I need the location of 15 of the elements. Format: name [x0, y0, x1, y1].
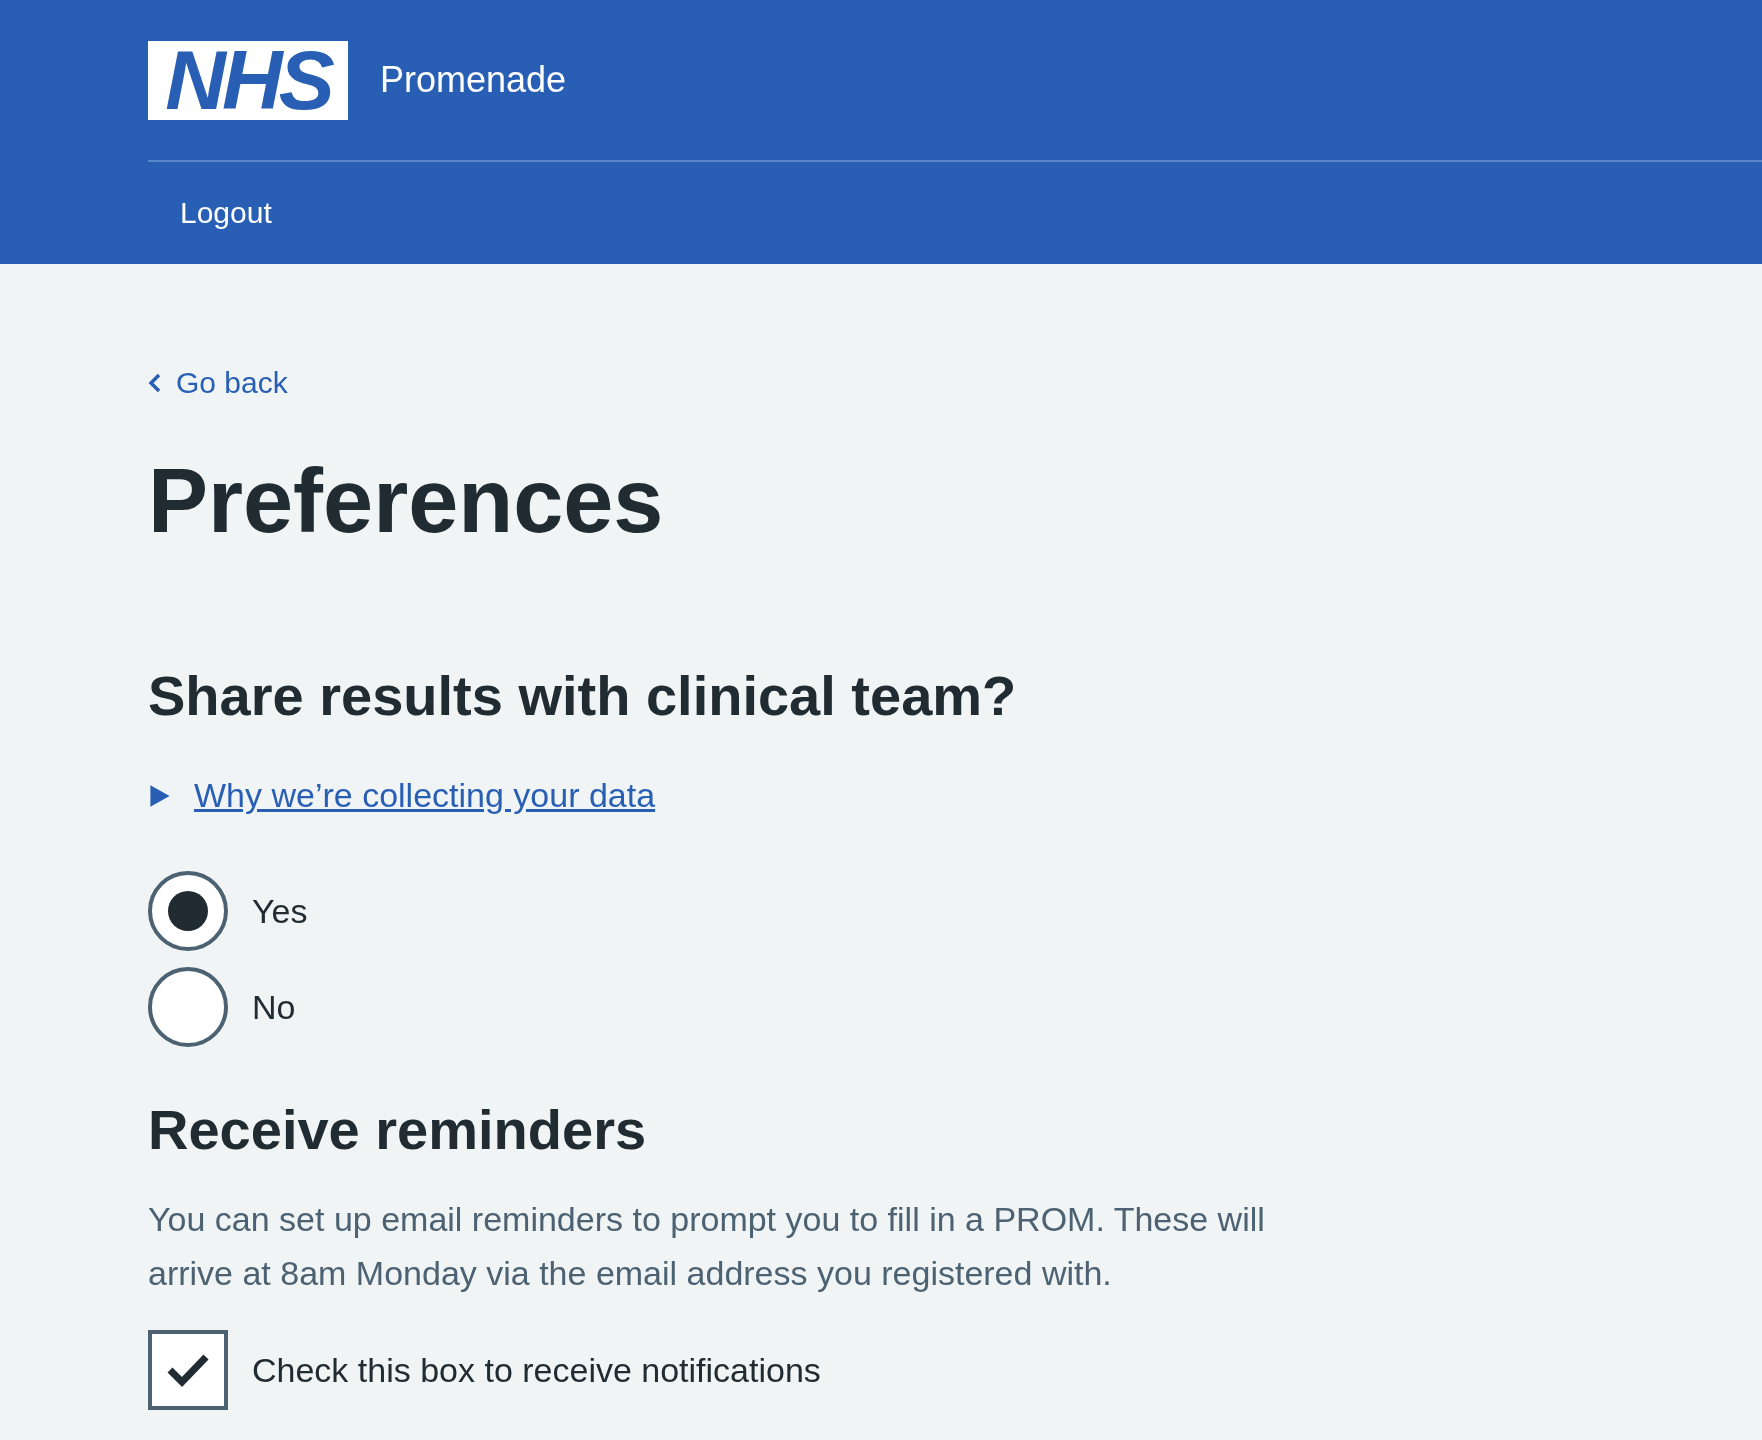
details-link[interactable]: Why we’re collecting your data [194, 776, 656, 815]
chevron-left-icon [148, 372, 162, 394]
radio-label: Yes [252, 891, 308, 931]
section-heading: Share results with clinical team? [148, 663, 1018, 728]
section-heading: Receive reminders [148, 1097, 648, 1162]
page-title: Preferences [148, 450, 665, 553]
back-link[interactable]: Go back [148, 366, 1614, 400]
service-name: Promenade [380, 59, 567, 101]
checkbox-label: Check this box to receive notifications [252, 1350, 821, 1390]
radio-label: No [252, 987, 296, 1027]
hint-text: You can set up email reminders to prompt you to fill in a PROM. These will arrive at 8am Monday via the email address you registered with. [148, 1199, 1266, 1294]
checkmark-icon [166, 1352, 210, 1388]
logo[interactable]: NHS [148, 40, 348, 120]
nav-link[interactable]: Logout [180, 196, 272, 230]
checkbox[interactable] [148, 1330, 228, 1410]
